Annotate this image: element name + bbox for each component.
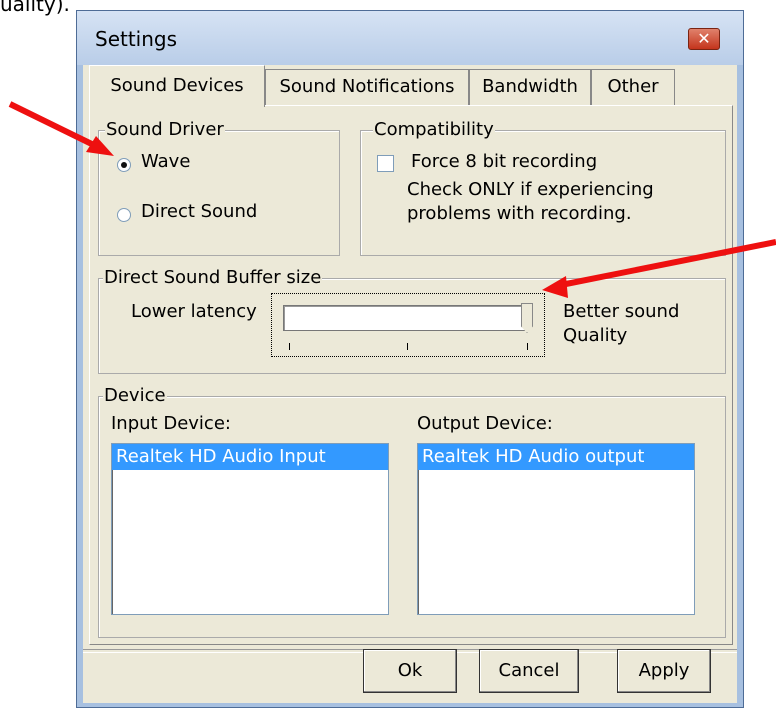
screenshot-root: { "annotation": { "top_text": "uality)."… xyxy=(0,0,776,708)
red-arrow-line xyxy=(555,239,776,289)
red-arrow-line xyxy=(8,101,106,153)
red-arrow-head xyxy=(86,136,114,156)
red-arrow-head xyxy=(542,276,568,298)
tab-sound-devices[interactable]: Sound Devices xyxy=(89,65,265,107)
